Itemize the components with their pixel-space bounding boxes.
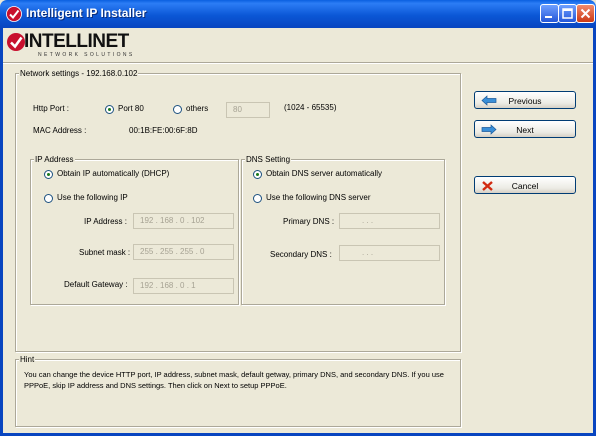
port80-radio[interactable] <box>105 105 114 114</box>
port-range-hint: (1024 - 65535) <box>284 103 337 112</box>
ip-address-input[interactable]: 192 . 168 . 0 . 102 <box>133 213 234 229</box>
window-frame-left <box>0 28 3 436</box>
default-gateway-input[interactable]: 192 . 168 . 0 . 1 <box>133 278 234 294</box>
minimize-button[interactable] <box>540 4 559 23</box>
ip-auto-label[interactable]: Obtain IP automatically (DHCP) <box>57 169 169 178</box>
header-divider <box>3 62 593 64</box>
subnet-mask-label: Subnet mask : <box>79 248 131 257</box>
others-label[interactable]: others <box>186 104 208 113</box>
brand-tagline: NETWORK SOLUTIONS <box>38 52 135 58</box>
ip-manual-radio[interactable] <box>44 194 53 203</box>
previous-button[interactable]: Previous <box>474 91 576 109</box>
brand-name: INTELLINET <box>24 31 129 52</box>
secondary-dns-input[interactable]: . . . <box>339 245 440 261</box>
close-icon <box>580 8 591 19</box>
secondary-dns-label: Secondary DNS : <box>270 250 332 259</box>
cancel-button-label: Cancel <box>511 181 539 191</box>
http-port-label: Http Port : <box>33 104 70 113</box>
dns-manual-radio[interactable] <box>253 194 262 203</box>
hint-text: You can change the device HTTP port, IP … <box>24 370 444 390</box>
maximize-button[interactable] <box>558 4 577 23</box>
mac-address-value: 00:1B:FE:00:6F:8D <box>129 126 198 135</box>
ip-manual-label[interactable]: Use the following IP <box>57 193 128 202</box>
title-bar[interactable]: Intelligent IP Installer <box>0 0 596 28</box>
maximize-icon <box>562 8 573 19</box>
mac-address-label: MAC Address : <box>33 126 87 135</box>
primary-dns-input[interactable]: . . . <box>339 213 440 229</box>
next-button[interactable]: Next <box>474 120 576 138</box>
dns-auto-radio[interactable] <box>253 170 262 179</box>
previous-button-label: Previous <box>508 96 542 106</box>
dns-setting-group <box>241 159 445 305</box>
next-button-label: Next <box>516 125 534 135</box>
default-gateway-label: Default Gateway : <box>64 280 128 289</box>
window-title: Intelligent IP Installer <box>26 6 147 20</box>
hint-legend: Hint <box>19 355 36 364</box>
port80-label[interactable]: Port 80 <box>118 104 144 113</box>
dns-auto-label[interactable]: Obtain DNS server automatically <box>266 169 382 178</box>
cancel-button[interactable]: Cancel <box>474 176 576 194</box>
others-radio[interactable] <box>173 105 182 114</box>
ip-address-legend: IP Address <box>34 155 75 164</box>
dns-setting-legend: DNS Setting <box>245 155 292 164</box>
ip-address-field-label: IP Address : <box>84 217 127 226</box>
app-logo-icon <box>6 6 22 22</box>
ip-auto-radio[interactable] <box>44 170 53 179</box>
primary-dns-label: Primary DNS : <box>283 217 335 226</box>
others-port-input[interactable]: 80 <box>226 102 270 118</box>
subnet-mask-input[interactable]: 255 . 255 . 255 . 0 <box>133 244 234 260</box>
network-settings-legend: Network settings - 192.168.0.102 <box>19 69 139 78</box>
minimize-icon <box>545 16 552 18</box>
dns-manual-label[interactable]: Use the following DNS server <box>266 193 370 202</box>
close-button[interactable] <box>576 4 595 23</box>
